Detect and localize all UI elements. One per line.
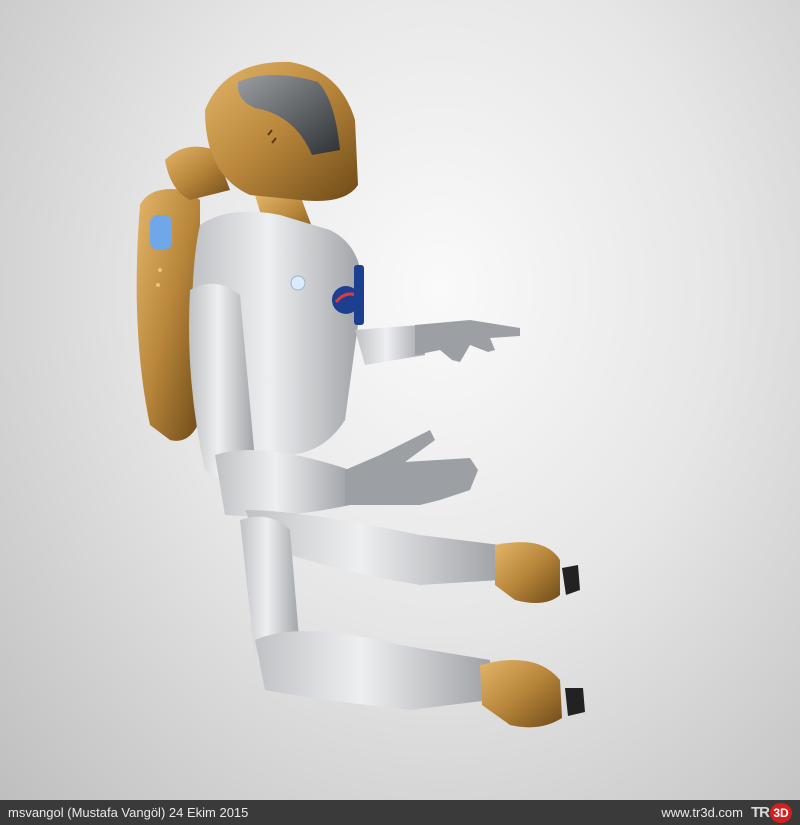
site-link[interactable]: www.tr3d.com	[661, 800, 743, 825]
brand: www.tr3d.com TR 3D	[661, 800, 792, 825]
lower-foot	[480, 660, 562, 728]
tr3d-logo: TR 3D	[751, 802, 792, 823]
backpack-light	[150, 215, 172, 250]
far-hand	[415, 320, 520, 362]
footer-bar: msvangol (Mustafa Vangöl) 24 Ekim 2015 w…	[0, 800, 800, 825]
author-credit: msvangol (Mustafa Vangöl) 24 Ekim 2015	[8, 805, 249, 820]
lower-leg	[255, 631, 490, 710]
far-arm	[355, 325, 425, 365]
logo-3d-badge: 3D	[770, 802, 792, 823]
chest-light	[290, 275, 306, 291]
near-hand	[345, 430, 478, 505]
robonaut-render	[136, 61, 585, 728]
render-stage: msvangol (Mustafa Vangöl) 24 Ekim 2015 w…	[0, 0, 800, 825]
near-forearm	[215, 450, 350, 517]
logo-tr-text: TR	[751, 804, 770, 821]
upper-foot	[495, 542, 560, 604]
